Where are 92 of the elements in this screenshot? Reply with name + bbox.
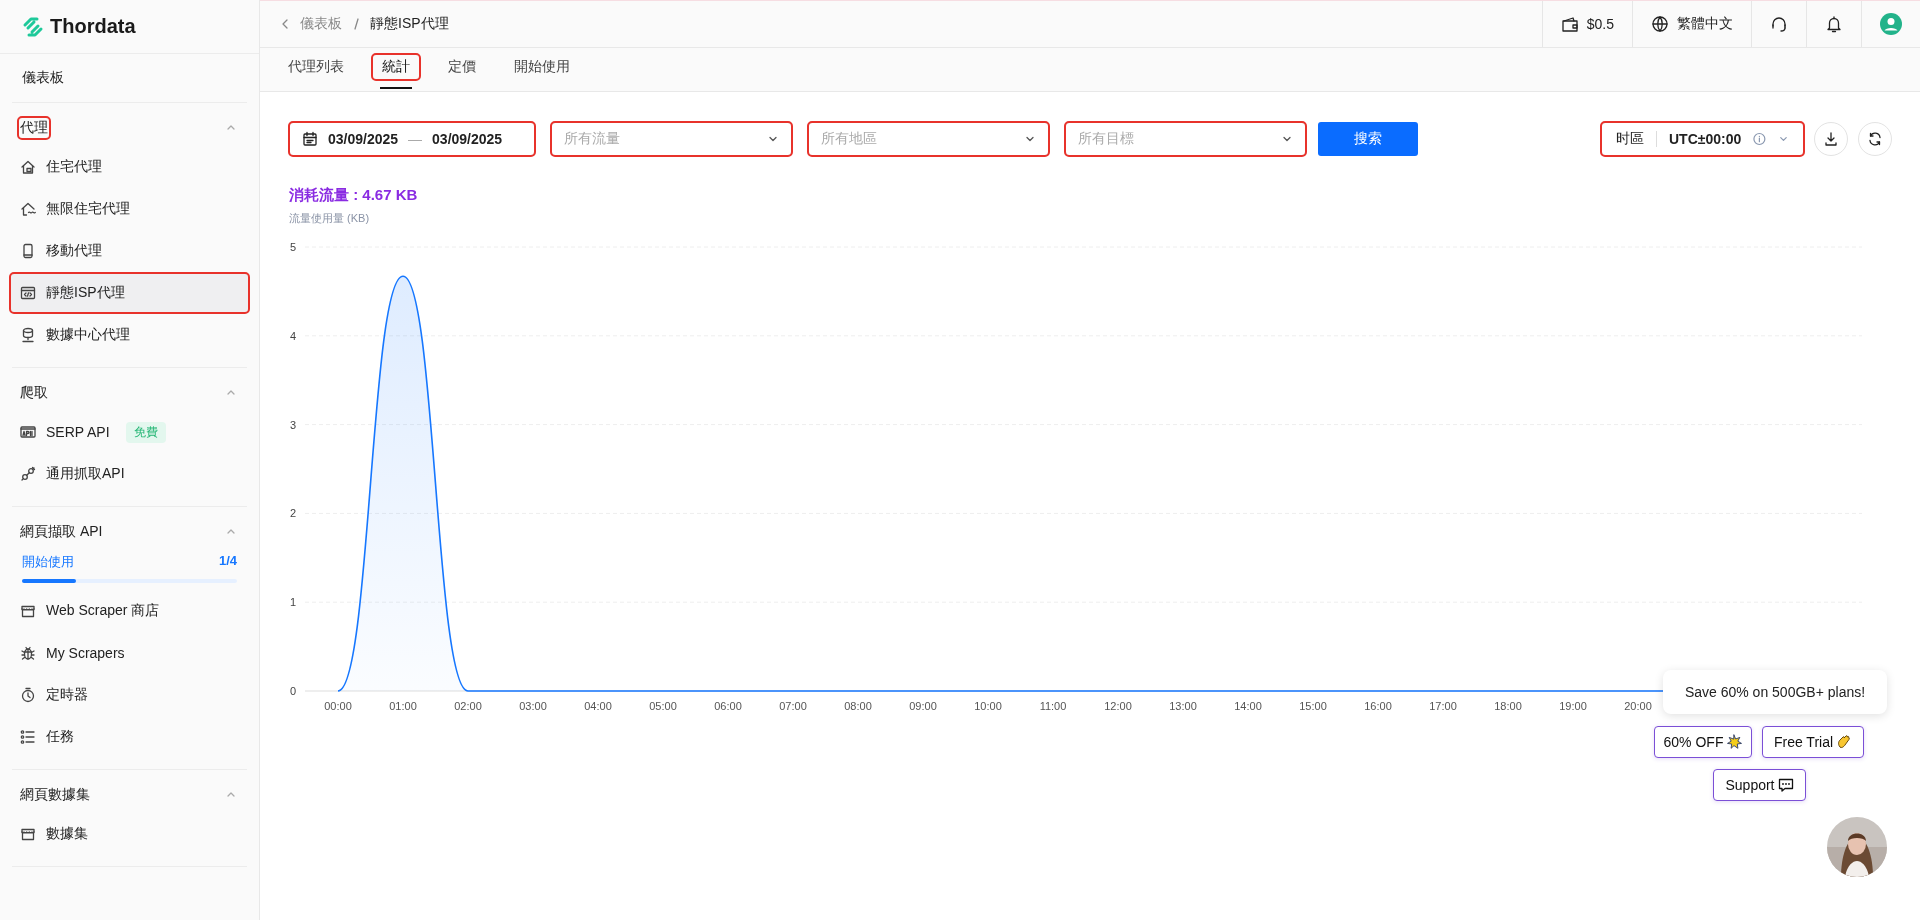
language-button[interactable]: 繁體中文 bbox=[1632, 1, 1751, 47]
progress-count: 1/4 bbox=[218, 553, 237, 570]
axis-tick-label: 05:00 bbox=[649, 700, 677, 712]
free-badge: 免費 bbox=[125, 421, 166, 443]
axis-tick-label: 15:00 bbox=[1299, 700, 1327, 712]
phone-icon bbox=[20, 243, 36, 259]
consumed-traffic: 消耗流量 : 4.67 KB bbox=[289, 186, 418, 205]
axis-tick-label: 13:00 bbox=[1169, 700, 1197, 712]
section-title[interactable]: 網頁數據集 bbox=[18, 784, 92, 806]
axis-tick-label: 20:00 bbox=[1624, 700, 1652, 712]
section-title[interactable]: 爬取 bbox=[18, 382, 50, 404]
axis-tick-label: 01:00 bbox=[389, 700, 417, 712]
axis-tick-label: 03:00 bbox=[519, 700, 547, 712]
sidebar-item[interactable]: My Scrapers bbox=[10, 633, 249, 673]
calendar-icon bbox=[302, 131, 318, 147]
tab[interactable]: 定價 bbox=[438, 54, 486, 80]
list-icon bbox=[20, 729, 36, 745]
logo-text: Thordata bbox=[50, 15, 136, 38]
wallet-icon bbox=[1560, 15, 1579, 33]
promo-tooltip: Save 60% on 500GB+ plans! bbox=[1663, 670, 1887, 714]
axis-tick-label: 04:00 bbox=[584, 700, 612, 712]
axis-title: 流量使用量 (KB) bbox=[289, 212, 370, 224]
timezone-dropdown[interactable]: 时區 UTC±00:00 bbox=[1601, 122, 1804, 156]
axis-tick-label: 2 bbox=[289, 507, 297, 520]
axis-tick-label: 1 bbox=[289, 596, 297, 609]
store-icon bbox=[20, 603, 36, 619]
globe-icon bbox=[1651, 15, 1669, 33]
burst-icon bbox=[1726, 734, 1743, 750]
balance-button[interactable]: $0.5 bbox=[1541, 1, 1632, 47]
axis-tick-label: 14:00 bbox=[1234, 700, 1262, 712]
back-icon[interactable] bbox=[280, 18, 290, 30]
sidebar-item[interactable]: Web Scraper 商店 bbox=[10, 591, 249, 631]
axis-tick-label: 06:00 bbox=[714, 700, 742, 712]
axis-tick-label: 00:00 bbox=[324, 700, 352, 712]
headset-icon[interactable] bbox=[1770, 15, 1788, 33]
axis-tick-label: 12:00 bbox=[1104, 700, 1132, 712]
sidebar-item[interactable]: 無限住宅代理 bbox=[10, 189, 249, 229]
chat-icon bbox=[1777, 777, 1794, 793]
download-icon bbox=[1823, 131, 1839, 147]
breadcrumb-item[interactable]: 儀表板 bbox=[300, 15, 342, 33]
axis-tick-label: 08:00 bbox=[844, 700, 872, 712]
progress-label[interactable]: 開始使用 bbox=[22, 553, 74, 571]
axis-tick-label: 02:00 bbox=[454, 700, 482, 712]
plug-icon bbox=[20, 466, 36, 482]
info-icon bbox=[1753, 132, 1767, 146]
logo-icon bbox=[22, 15, 44, 38]
house-icon bbox=[20, 159, 36, 175]
bug-icon bbox=[20, 645, 36, 661]
section-title[interactable]: 代理 bbox=[18, 117, 50, 139]
bell-icon[interactable] bbox=[1825, 15, 1843, 33]
user-avatar-icon[interactable] bbox=[1880, 13, 1902, 35]
promo-button[interactable]: 60% OFF bbox=[1654, 726, 1752, 758]
axis-tick-label: 16:00 bbox=[1364, 700, 1392, 712]
section-title[interactable]: 網頁擷取 API bbox=[18, 521, 105, 543]
axis-tick-label: 19:00 bbox=[1559, 700, 1587, 712]
server-icon bbox=[20, 327, 36, 343]
axis-tick-label: 18:00 bbox=[1494, 700, 1522, 712]
tab[interactable]: 統計 bbox=[372, 54, 420, 80]
store-icon bbox=[20, 826, 36, 842]
sidebar-item[interactable]: SERP API 免費 bbox=[10, 412, 249, 452]
sidebar-item[interactable]: 任務 bbox=[10, 717, 249, 757]
sidebar-item[interactable]: 數據集 bbox=[10, 814, 249, 854]
axis-tick-label: 09:00 bbox=[909, 700, 937, 712]
api-icon bbox=[20, 424, 36, 440]
selected-tab-indicator bbox=[380, 87, 412, 89]
tab[interactable]: 代理列表 bbox=[278, 54, 354, 80]
timer-icon bbox=[20, 687, 36, 703]
axis-tick-label: 07:00 bbox=[779, 700, 807, 712]
promo-button[interactable]: Free Trial bbox=[1762, 726, 1864, 758]
sidebar-item[interactable]: 定時器 bbox=[10, 675, 249, 715]
axis-tick-label: 0 bbox=[289, 685, 297, 697]
axis-tick-label: 11:00 bbox=[1039, 700, 1067, 712]
breadcrumb-item: 靜態ISP代理 bbox=[370, 15, 449, 33]
house-icon bbox=[20, 201, 36, 217]
search-button[interactable]: 搜索 bbox=[1318, 122, 1418, 156]
code-window-icon bbox=[20, 285, 36, 301]
axis-tick-label: 5 bbox=[289, 241, 297, 253]
sidebar-item[interactable]: 通用抓取API bbox=[10, 454, 249, 494]
axis-tick-label: 10:00 bbox=[974, 700, 1002, 712]
axis-tick-label: 17:00 bbox=[1429, 700, 1457, 712]
tab[interactable]: 開始使用 bbox=[504, 54, 580, 80]
slash-icon bbox=[352, 18, 360, 30]
sidebar-item[interactable]: 住宅代理 bbox=[10, 147, 249, 187]
promo-button[interactable]: Support bbox=[1713, 769, 1806, 801]
sidebar-item[interactable]: 儀表板 bbox=[12, 54, 247, 103]
sidebar-item[interactable]: 靜態ISP代理 bbox=[10, 273, 249, 313]
date-range-field[interactable]: 03/09/2025 — 03/09/2025 bbox=[289, 122, 535, 156]
axis-tick-label: 3 bbox=[289, 418, 297, 431]
refresh-icon bbox=[1867, 131, 1883, 147]
axis-tick-label: 4 bbox=[289, 329, 297, 342]
sidebar-item[interactable]: 數據中心代理 bbox=[10, 315, 249, 355]
sidebar-item[interactable]: 移動代理 bbox=[10, 231, 249, 271]
